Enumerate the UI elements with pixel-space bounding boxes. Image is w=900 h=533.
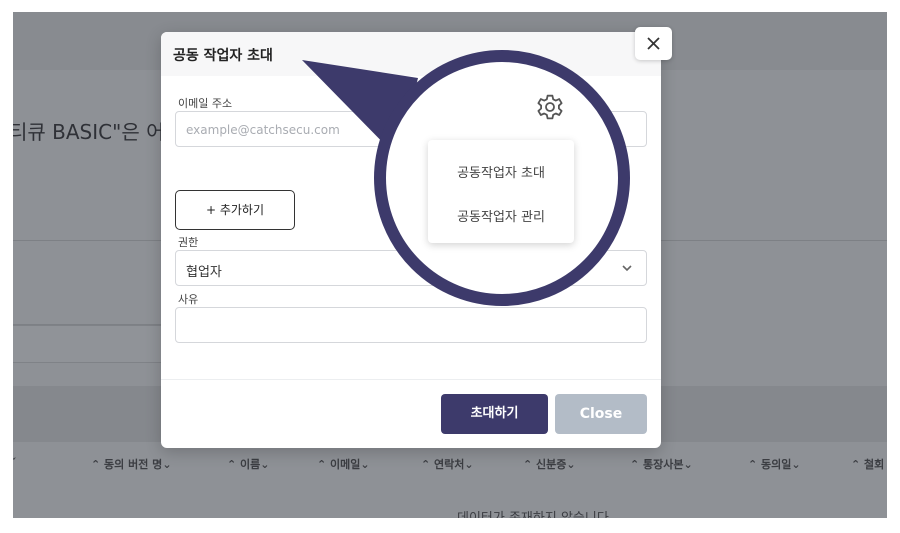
- menu-item-manage-collaborators[interactable]: 공동작업자 관리: [428, 206, 574, 225]
- menu-item-invite-collaborator[interactable]: 공동작업자 초대: [428, 162, 574, 181]
- gear-icon[interactable]: [534, 91, 566, 123]
- collaborator-menu: 공동작업자 초대 공동작업자 관리: [428, 140, 574, 243]
